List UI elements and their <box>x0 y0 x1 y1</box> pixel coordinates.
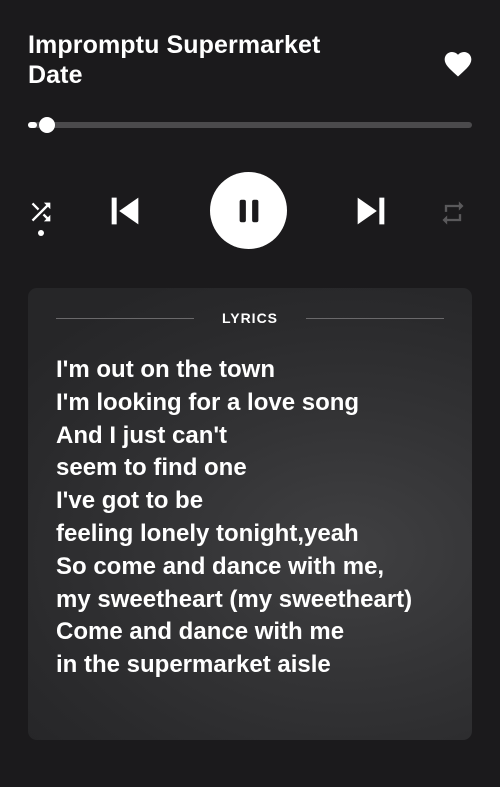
lyric-line: I'm looking for a love song <box>56 388 360 416</box>
lyrics-list: I'm out on the town I'm looking for a lo… <box>56 354 466 682</box>
progress-fill <box>28 122 37 128</box>
lyrics-label: LYRICS <box>221 310 279 326</box>
track-title-line-1: Impromptu Supermarket <box>28 31 321 59</box>
lyric-line: Come and dance with me <box>56 618 345 646</box>
previous-button[interactable] <box>104 190 146 232</box>
skip-previous-icon <box>111 197 139 225</box>
lyrics-card: LYRICS I'm out on the town I'm looking f… <box>28 288 472 740</box>
skip-next-icon <box>357 197 385 225</box>
lyric-line: And I just can't <box>56 421 228 449</box>
progress-track <box>28 122 472 128</box>
track-title-line-2: Date <box>28 61 83 89</box>
divider-right <box>306 317 444 319</box>
lyric-line: I've got to be <box>56 487 204 515</box>
repeat-icon <box>442 201 464 225</box>
repeat-button[interactable] <box>436 196 470 230</box>
pause-icon <box>239 199 258 222</box>
pause-button[interactable] <box>210 172 287 249</box>
lyric-line: my sweetheart (my sweetheart) <box>56 585 413 613</box>
shuffle-button[interactable] <box>22 194 60 240</box>
lyric-line: feeling lonely tonight,yeah <box>56 519 359 547</box>
lyric-line: in the supermarket aisle <box>56 651 331 679</box>
progress-thumb[interactable] <box>38 117 55 133</box>
next-button[interactable] <box>350 190 392 232</box>
heart-icon <box>444 52 472 77</box>
shuffle-active-indicator <box>38 230 44 236</box>
lyric-line: seem to find one <box>56 454 247 482</box>
lyric-line: I'm out on the town <box>56 356 275 383</box>
like-button[interactable] <box>442 48 474 80</box>
shuffle-icon <box>31 202 51 222</box>
track-header: Impromptu Supermarket Date <box>28 30 388 90</box>
lyrics-header: LYRICS <box>56 308 444 328</box>
progress-bar[interactable] <box>28 115 472 135</box>
lyric-line: So come and dance with me, <box>56 552 385 580</box>
divider-left <box>56 317 194 319</box>
